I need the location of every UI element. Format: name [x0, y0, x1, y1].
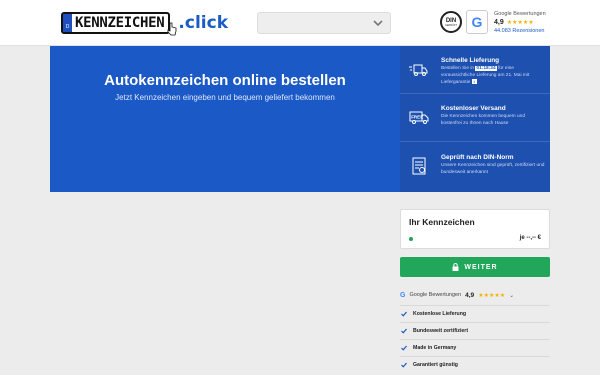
site-logo[interactable]: D KENNZEICHEN .click	[61, 12, 228, 34]
hero-main: Autokennzeichen online bestellen Jetzt K…	[50, 46, 400, 192]
logo-suffix: .click	[178, 13, 228, 33]
logo-plate-text: KENNZEICHEN	[75, 15, 165, 31]
feature-desc: Die Kennzeichen kommen bequem und kosten…	[441, 114, 525, 126]
google-icon: G	[400, 291, 406, 299]
checklist-item: Kostenlose Lieferung	[400, 305, 550, 322]
svg-text:FREE: FREE	[411, 115, 423, 120]
chevron-down-icon	[373, 20, 383, 27]
checklist-label: Garantiert günstig	[413, 362, 458, 368]
plate-country: D	[65, 24, 70, 30]
din-certified-badge: DIN GEPRÜFT	[440, 11, 462, 33]
plate-card-title: Ihr Kennzeichen	[409, 217, 475, 227]
free-shipping-icon: FREE	[409, 111, 429, 124]
certificate-icon	[412, 157, 426, 175]
rating-score: 4,9	[465, 291, 475, 299]
sidebar-google-rating[interactable]: G Google Bewertungen 4,9 ★★★★★ ⌄	[400, 290, 514, 300]
feature-title: Geprüft nach DIN-Norm	[441, 154, 514, 161]
chevron-down-icon[interactable]: ⌄	[509, 292, 514, 299]
continue-button[interactable]: WEITER	[400, 257, 550, 277]
feature-free-shipping: FREE Kostenloser Versand Die Kennzeichen…	[400, 94, 550, 142]
feature-din-certified: Geprüft nach DIN-Norm Unsere Kennzeichen…	[400, 143, 550, 191]
plate-summary-card: Ihr Kennzeichen je --,-- €	[400, 209, 550, 249]
hero-title: Autokennzeichen online bestellen	[104, 72, 346, 89]
checklist-label: Bundesweit zertifiziert	[413, 328, 469, 334]
logo-plate: D KENNZEICHEN	[61, 12, 171, 34]
rating-label: Google Bewertungen	[494, 11, 546, 17]
rating-stars-icon: ★★★★★	[506, 20, 534, 26]
pointer-cursor-icon	[167, 22, 177, 36]
checklist-item: Made in Germany	[400, 339, 550, 356]
feature-panel: Schnelle Lieferung Bestellen Sie in 01:1…	[400, 46, 550, 192]
checkmark-icon	[401, 362, 407, 368]
feature-desc-before: Bestellen Sie in	[441, 66, 475, 71]
feature-title: Schnelle Lieferung	[441, 57, 500, 64]
rating-label: Google Bewertungen	[409, 292, 462, 298]
eu-band: D	[63, 14, 72, 32]
plate-price: je --,-- €	[519, 235, 541, 241]
benefits-checklist: Kostenlose Lieferung Bundesweit zertifiz…	[400, 305, 550, 373]
site-header: D KENNZEICHEN .click DIN GEPRÜFT G Googl…	[0, 0, 600, 46]
feature-title: Kostenloser Versand	[441, 105, 506, 112]
feature-fast-delivery: Schnelle Lieferung Bestellen Sie in 01:1…	[400, 46, 550, 94]
checklist-label: Made in Germany	[413, 345, 457, 351]
google-logo-icon[interactable]: G	[466, 10, 488, 34]
rating-stars-icon: ★★★★★	[478, 292, 506, 299]
checklist-item: Garantiert günstig	[400, 356, 550, 373]
feature-desc: Bestellen Sie in 01:18:34 für eine vorau…	[441, 66, 546, 87]
status-dot	[409, 237, 413, 241]
checklist-item: Bundesweit zertifiziert	[400, 322, 550, 339]
rating-score: 4,9	[494, 19, 504, 26]
checkmark-icon	[401, 345, 407, 351]
review-count-link[interactable]: 44.083 Rezensionen	[494, 27, 554, 35]
hero-subtitle: Jetzt Kennzeichen eingeben und bequem ge…	[115, 93, 335, 102]
feature-desc: Unsere Kennzeichen sind geprüft, zertifi…	[441, 163, 545, 175]
info-icon[interactable]: i	[471, 79, 477, 84]
checkmark-icon	[401, 328, 407, 334]
checkmark-icon	[401, 311, 407, 317]
continue-button-label: WEITER	[464, 263, 498, 271]
header-google-rating[interactable]: Google Bewertungen 4,9 ★★★★★ 44.083 Reze…	[494, 11, 554, 35]
hero-banner: Autokennzeichen online bestellen Jetzt K…	[50, 46, 550, 192]
checklist-label: Kostenlose Lieferung	[413, 311, 467, 317]
vehicle-type-select[interactable]	[257, 12, 391, 34]
din-badge-sub: GEPRÜFT	[445, 23, 457, 27]
countdown-timer: 01:18:34	[475, 66, 497, 71]
truck-fast-icon	[409, 64, 428, 76]
lock-icon	[452, 263, 459, 271]
